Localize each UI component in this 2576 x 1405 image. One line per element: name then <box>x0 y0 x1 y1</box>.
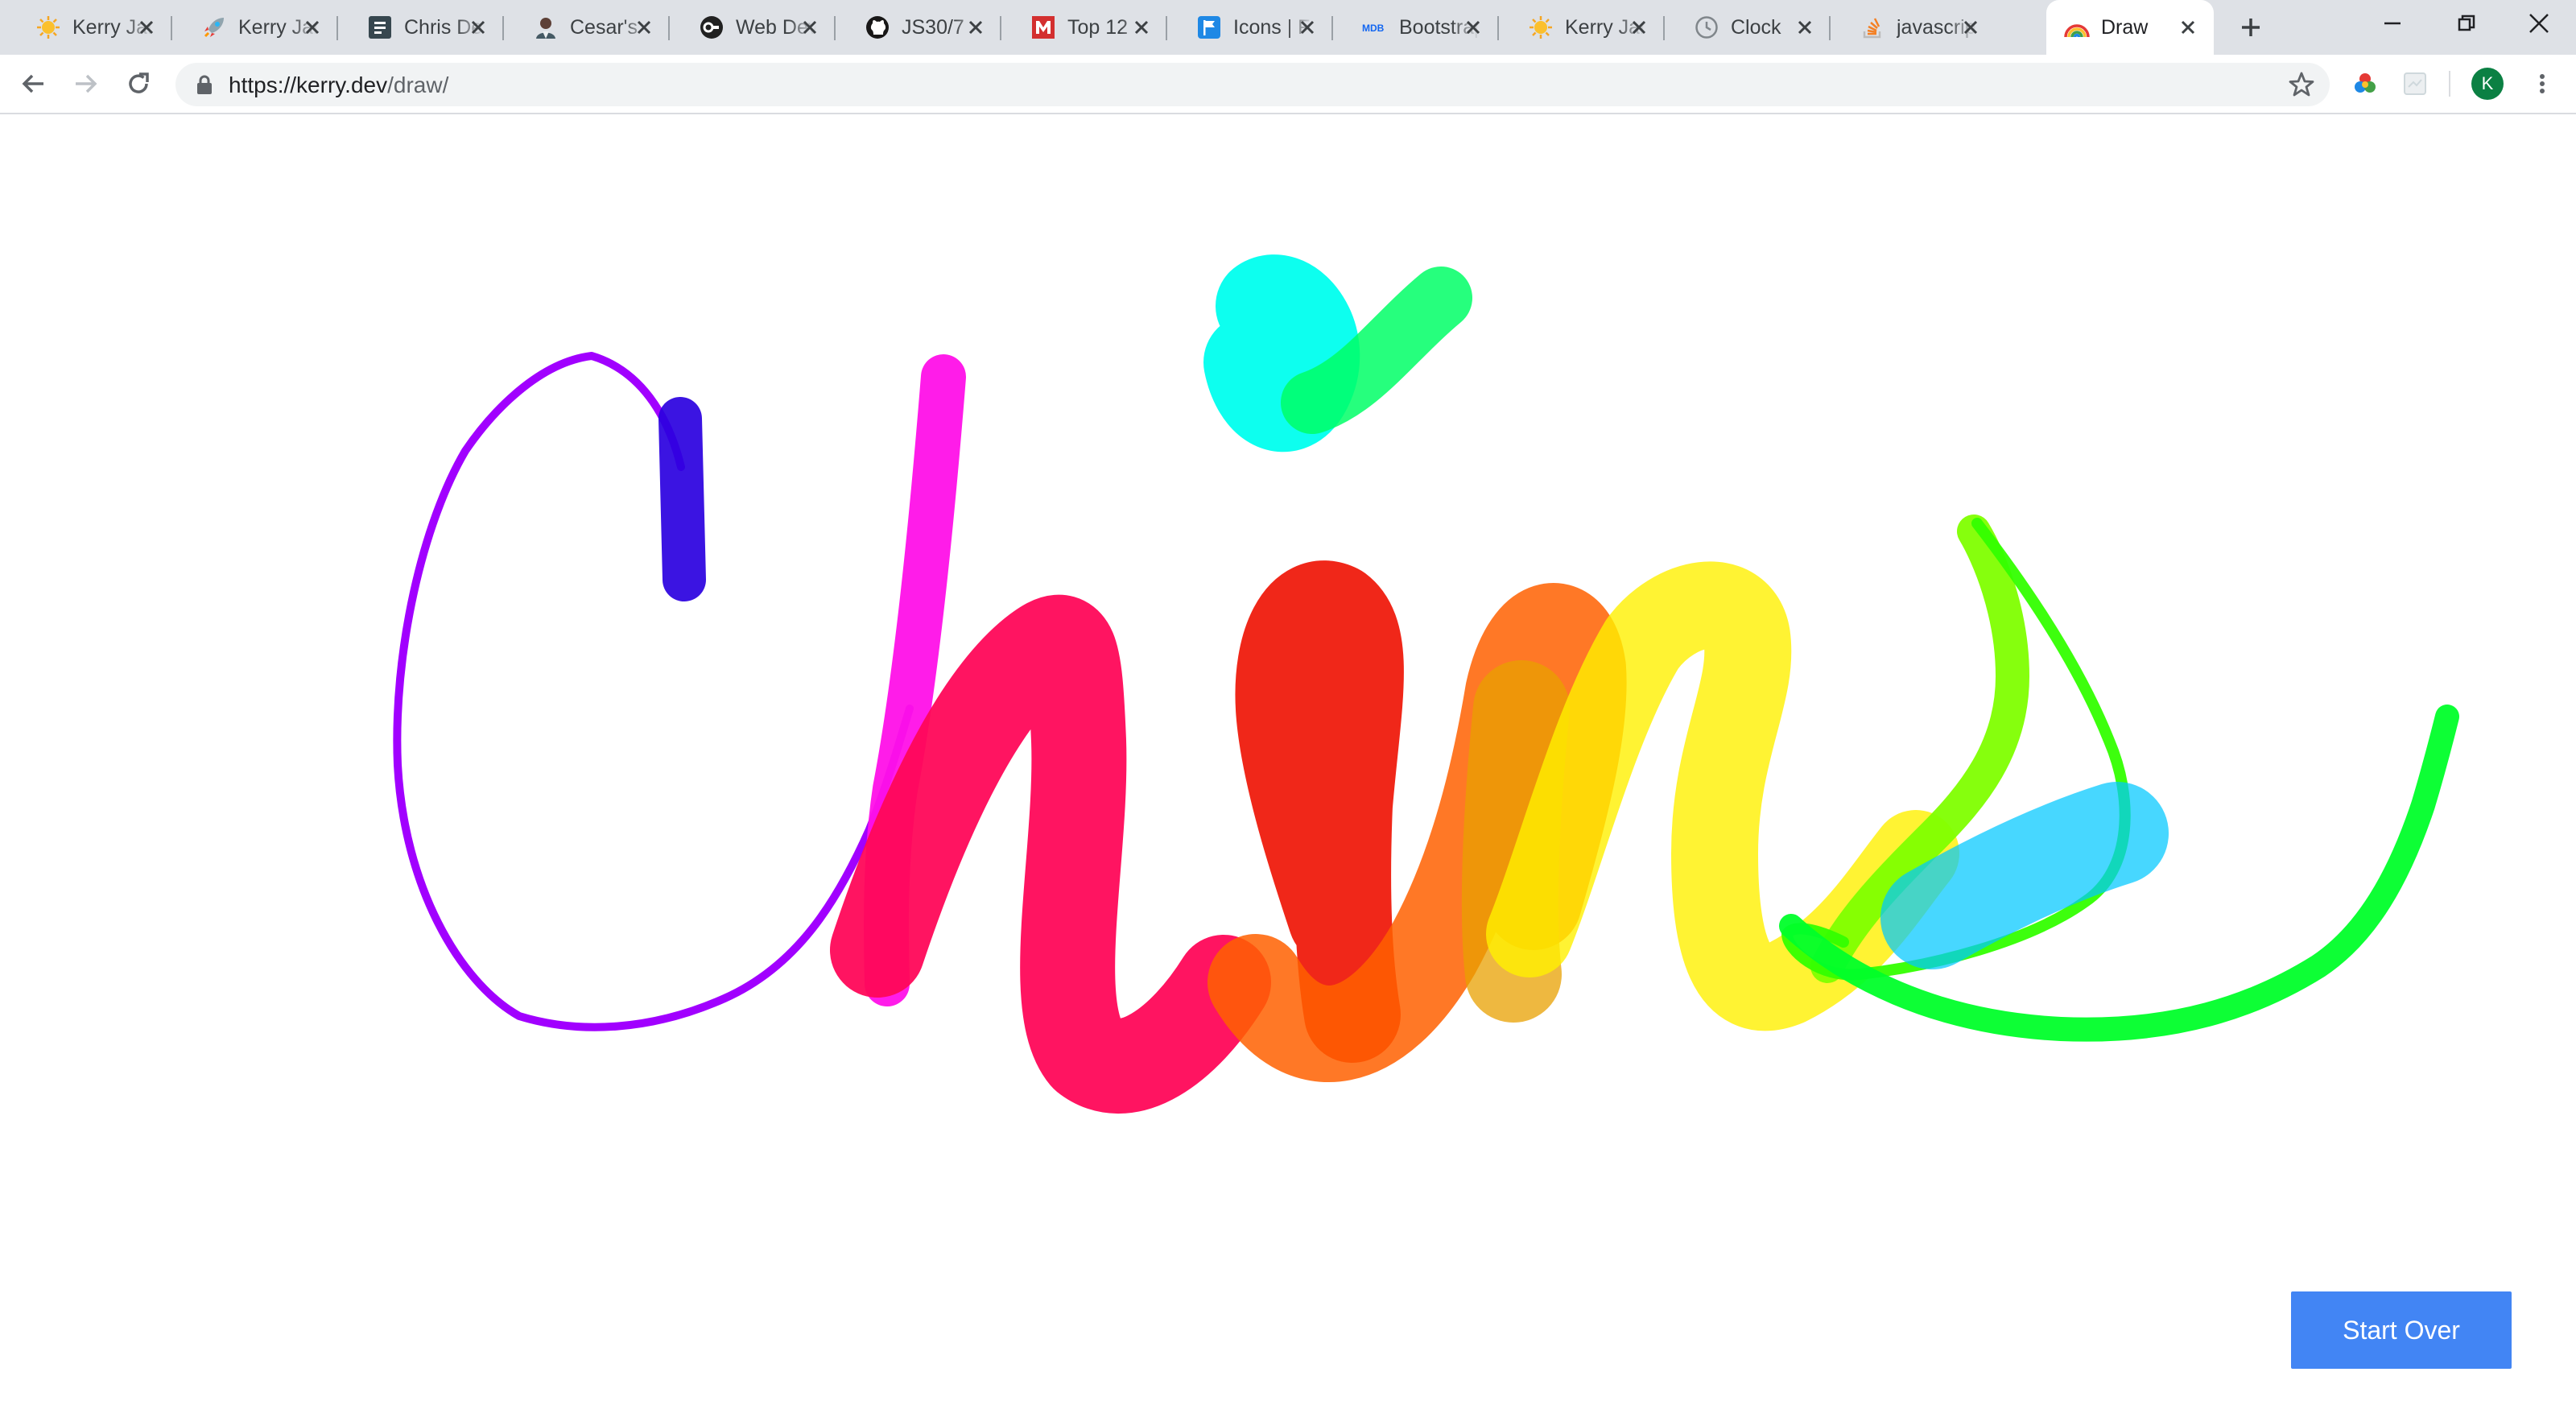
close-tab-icon[interactable] <box>964 16 987 39</box>
drawing-canvas[interactable] <box>0 114 2576 1401</box>
start-over-button[interactable]: Start Over <box>2291 1291 2512 1369</box>
kebab-menu-icon <box>2540 74 2545 93</box>
browser-tab[interactable]: MDB Bootstrap <box>1333 6 1499 48</box>
toolbar-divider <box>2449 71 2450 97</box>
minimize-icon <box>2384 22 2401 25</box>
m-logo-icon <box>1030 14 1056 40</box>
new-tab-button[interactable] <box>2231 11 2270 43</box>
browser-tab[interactable]: JS30/7 <box>836 6 1001 48</box>
browser-tab[interactable]: Cesar's <box>504 6 670 48</box>
restore-icon <box>2458 14 2475 31</box>
plus-icon <box>2242 19 2260 36</box>
brush-stroke <box>393 352 914 1031</box>
close-tab-icon[interactable] <box>1130 16 1153 39</box>
extension-icon[interactable] <box>2397 66 2433 101</box>
sun-emoji-icon <box>35 14 61 40</box>
mdb-logo-icon: MDB <box>1362 14 1388 40</box>
lock-icon <box>197 75 212 94</box>
forward-arrow-icon <box>76 74 97 93</box>
restore-button[interactable] <box>2429 0 2504 47</box>
browser-tab[interactable]: Icons | F <box>1167 6 1333 48</box>
reload-button[interactable] <box>121 66 156 101</box>
close-tab-icon[interactable] <box>1628 16 1650 39</box>
browser-tab[interactable]: Kerry James <box>172 6 338 48</box>
browser-tab[interactable]: Chris Dev <box>338 6 504 48</box>
rainbow-icon <box>2064 14 2090 40</box>
menu-button[interactable] <box>2524 66 2560 101</box>
browser-tab[interactable]: Kerry James <box>6 6 172 48</box>
flag-icon <box>1196 14 1222 40</box>
rocket-emoji-icon <box>201 14 227 40</box>
browser-tab[interactable]: javascript <box>1831 6 1996 48</box>
forward-button[interactable] <box>68 66 103 101</box>
sun-emoji-icon <box>1528 14 1554 40</box>
back-button[interactable] <box>16 66 52 101</box>
browser-tab[interactable]: Kerry James <box>1499 6 1665 48</box>
url-path: /draw/ <box>387 72 449 97</box>
close-window-button[interactable] <box>2502 0 2576 47</box>
close-tab-icon[interactable] <box>1296 16 1319 39</box>
github-icon <box>865 14 890 40</box>
browser-tab[interactable]: Top 12 <box>1001 6 1167 48</box>
close-tab-icon[interactable] <box>1959 16 1982 39</box>
close-icon <box>2529 14 2549 33</box>
person-photo-icon <box>533 14 559 40</box>
bookmark-star-icon[interactable] <box>2288 71 2315 98</box>
close-tab-icon[interactable] <box>1794 16 1816 39</box>
tab-title: Draw <box>2101 15 2149 39</box>
web-dev-logo-icon <box>699 14 724 40</box>
browser-tab[interactable]: Web Dev <box>670 6 836 48</box>
brush-stroke <box>658 397 706 601</box>
close-tab-icon[interactable] <box>1462 16 1484 39</box>
reload-icon <box>129 72 149 93</box>
address-bar[interactable]: https://kerry.dev/draw/ <box>175 63 2330 106</box>
profile-avatar[interactable]: K <box>2471 68 2504 100</box>
close-tab-icon[interactable] <box>2177 16 2199 39</box>
minimize-button[interactable] <box>2355 0 2429 47</box>
stack-icon <box>1860 14 1885 40</box>
close-tab-icon[interactable] <box>301 16 324 39</box>
close-tab-icon[interactable] <box>135 16 158 39</box>
back-arrow-icon <box>22 74 43 93</box>
tab-strip: Kerry James Kerry James Chris Dev Cesar'… <box>0 0 2576 55</box>
drawing-strokes <box>393 254 2459 1114</box>
browser-toolbar: https://kerry.dev/draw/ K <box>0 55 2576 114</box>
document-icon <box>367 14 393 40</box>
browser-tab[interactable]: Clock <box>1665 6 1831 48</box>
color-wheel-extension-icon[interactable] <box>2347 66 2383 101</box>
svg-text:MDB: MDB <box>1362 23 1385 34</box>
browser-tab-active[interactable]: Draw <box>2046 0 2214 55</box>
close-tab-icon[interactable] <box>633 16 655 39</box>
close-tab-icon[interactable] <box>467 16 489 39</box>
url-host: https://kerry.dev <box>229 72 388 97</box>
clock-icon <box>1694 14 1719 40</box>
close-tab-icon[interactable] <box>799 16 821 39</box>
url-text: https://kerry.dev/draw/ <box>229 72 448 98</box>
